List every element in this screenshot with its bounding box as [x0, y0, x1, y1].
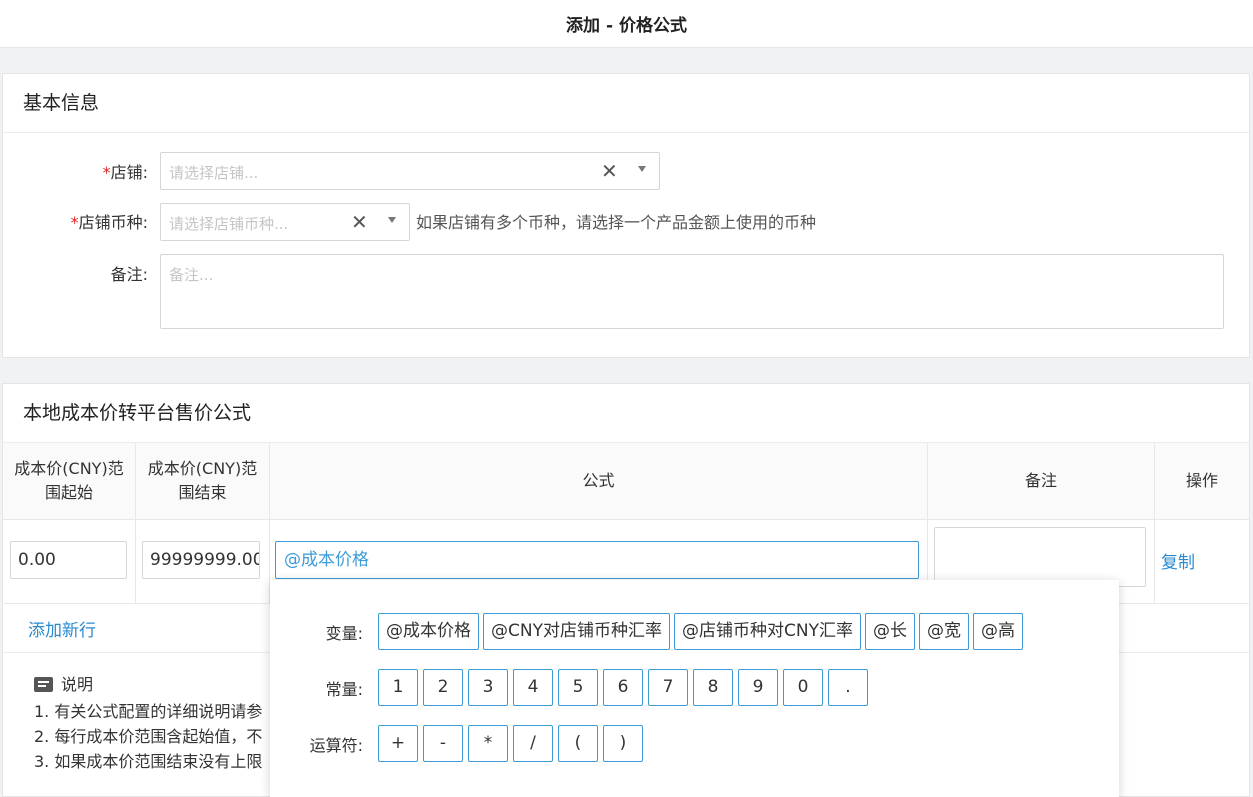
- operator-chip-close-paren[interactable]: ): [603, 725, 643, 762]
- page-title: 添加 - 价格公式: [0, 0, 1253, 48]
- column-header-formula: 公式: [269, 443, 928, 520]
- constant-chip-6[interactable]: 6: [603, 669, 643, 706]
- variable-chip-length[interactable]: @长: [864, 613, 915, 650]
- basic-info-panel: 基本信息 *店铺: 请选择店铺... ✕ *店铺币种: 请选择店铺币种... ✕…: [2, 73, 1250, 358]
- range-end-input[interactable]: 99999999.00: [142, 541, 260, 579]
- constants-label: 常量:: [325, 679, 363, 699]
- operator-chip-minus[interactable]: -: [423, 725, 463, 762]
- store-placeholder: 请选择店铺...: [169, 164, 259, 182]
- variable-chip-cost-price[interactable]: @成本价格: [378, 613, 479, 650]
- constant-chip-4[interactable]: 4: [513, 669, 553, 706]
- note-line: 1. 有关公式配置的详细说明请参: [34, 702, 263, 721]
- chevron-down-icon[interactable]: [638, 166, 646, 172]
- clear-icon[interactable]: ✕: [601, 159, 618, 183]
- operator-chip-plus[interactable]: +: [378, 725, 418, 762]
- variable-chip-cny-to-store-rate[interactable]: @CNY对店铺币种汇率: [483, 613, 670, 650]
- row-remark-input[interactable]: [934, 527, 1146, 587]
- variable-chip-width[interactable]: @宽: [918, 613, 969, 650]
- constant-chip-9[interactable]: 9: [738, 669, 778, 706]
- column-header-start: 成本价(CNY)范围起始: [3, 443, 136, 520]
- currency-label: *店铺币种:: [70, 213, 148, 232]
- operators-label: 运算符:: [309, 735, 363, 755]
- required-mark: *: [102, 163, 111, 182]
- constant-chip-dot[interactable]: .: [828, 669, 868, 706]
- constant-chip-0[interactable]: 0: [783, 669, 823, 706]
- column-header-end: 成本价(CNY)范围结束: [135, 443, 270, 520]
- formula-input[interactable]: @成本价格: [275, 541, 919, 579]
- remark-label: 备注:: [110, 265, 148, 284]
- remark-placeholder: 备注...: [169, 266, 214, 284]
- add-row-link[interactable]: 添加新行: [28, 616, 96, 641]
- variables-label: 变量:: [325, 623, 363, 643]
- column-header-action: 操作: [1154, 443, 1249, 520]
- basic-info-title: 基本信息: [3, 74, 1249, 133]
- store-label: *店铺:: [102, 163, 148, 182]
- constant-chip-2[interactable]: 2: [423, 669, 463, 706]
- comment-icon: [34, 677, 53, 692]
- remark-textarea[interactable]: 备注...: [160, 254, 1224, 329]
- clear-icon[interactable]: ✕: [351, 210, 368, 234]
- operator-chip-open-paren[interactable]: (: [558, 725, 598, 762]
- table-header-row: 成本价(CNY)范围起始 成本价(CNY)范围结束 公式 备注 操作: [3, 443, 1249, 520]
- operator-chip-multiply[interactable]: *: [468, 725, 508, 762]
- store-select[interactable]: 请选择店铺... ✕: [160, 152, 660, 190]
- currency-hint: 如果店铺有多个币种，请选择一个产品金额上使用的币种: [416, 213, 817, 232]
- note-line: 3. 如果成本价范围结束没有上限: [34, 752, 263, 771]
- constants-row: 常量: 1 2 3 4 5 6 7 8 9 0 .: [270, 669, 873, 706]
- variables-row: 变量: @成本价格 @CNY对店铺币种汇率 @店铺币种对CNY汇率 @长 @宽 …: [270, 613, 1027, 650]
- constant-chip-7[interactable]: 7: [648, 669, 688, 706]
- column-header-remark: 备注: [927, 443, 1155, 520]
- operators-row: 运算符: + - * / ( ): [270, 725, 648, 762]
- formula-builder-popup: 变量: @成本价格 @CNY对店铺币种汇率 @店铺币种对CNY汇率 @长 @宽 …: [270, 580, 1119, 797]
- currency-select[interactable]: 请选择店铺币种... ✕: [160, 203, 410, 241]
- constant-chip-3[interactable]: 3: [468, 669, 508, 706]
- required-mark: *: [70, 213, 79, 232]
- operator-chip-divide[interactable]: /: [513, 725, 553, 762]
- variable-chip-height[interactable]: @高: [972, 613, 1023, 650]
- formula-section-title: 本地成本价转平台售价公式: [3, 384, 1249, 443]
- constant-chip-1[interactable]: 1: [378, 669, 418, 706]
- chevron-down-icon[interactable]: [388, 217, 396, 223]
- currency-placeholder: 请选择店铺币种...: [169, 215, 289, 233]
- note-line: 2. 每行成本价范围含起始值，不: [34, 727, 263, 746]
- range-start-input[interactable]: 0.00: [10, 541, 127, 579]
- copy-row-link[interactable]: 复制: [1161, 548, 1195, 573]
- notes-title: 说明: [61, 675, 94, 694]
- constant-chip-5[interactable]: 5: [558, 669, 598, 706]
- notes-section: 说明 1. 有关公式配置的详细说明请参 2. 每行成本价范围含起始值，不 3. …: [34, 672, 262, 774]
- constant-chip-8[interactable]: 8: [693, 669, 733, 706]
- variable-chip-store-to-cny-rate[interactable]: @店铺币种对CNY汇率: [673, 613, 861, 650]
